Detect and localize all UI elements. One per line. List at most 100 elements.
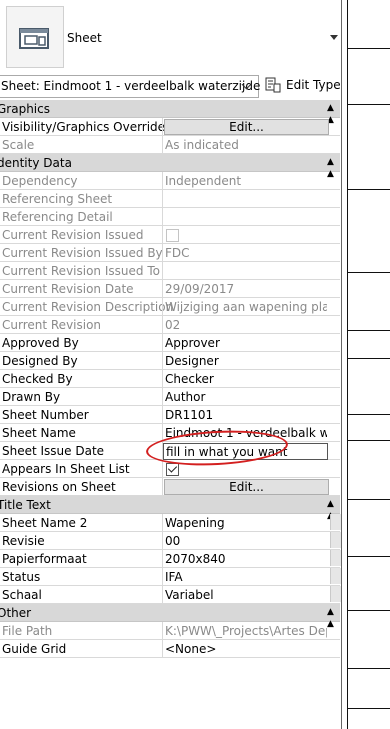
property-value: K:\PWW\_Projects\Artes Dep... [165, 624, 327, 638]
property-row[interactable]: Schaal Variabel [0, 586, 341, 604]
property-value[interactable]: Wapening [165, 516, 327, 530]
property-row[interactable]: Current Revision Issued By FDC [0, 244, 340, 262]
property-label: Current Revision Issued To [2, 264, 160, 278]
property-row[interactable]: Scale As indicated [0, 136, 340, 154]
property-label: Guide Grid [2, 642, 67, 656]
property-row[interactable]: Referencing Detail [0, 208, 340, 226]
property-row[interactable]: Revisions on Sheet Edit... [0, 478, 340, 496]
property-label: Referencing Sheet [2, 192, 113, 206]
group-label: Other [0, 606, 32, 620]
drawing-line [347, 48, 390, 49]
drawing-line [347, 272, 390, 273]
property-label: Scale [2, 138, 35, 152]
property-label: Dependency [2, 174, 78, 188]
appears-in-sheet-list-checkbox[interactable] [166, 463, 179, 476]
property-label: Revisions on Sheet [2, 480, 116, 494]
group-label: Graphics [0, 102, 50, 116]
current-revision-issued-checkbox [166, 229, 179, 242]
property-row[interactable]: Visibility/Graphics Overrides Edit... [0, 118, 340, 136]
property-value[interactable]: IFA [165, 570, 327, 584]
property-value[interactable]: <None> [165, 642, 327, 656]
group-other[interactable]: Other ▲ ▲ [0, 604, 340, 629]
property-row[interactable]: Revisie 00 [0, 532, 341, 550]
property-label: Status [2, 570, 41, 584]
properties-palette: Sheet Sheet: Eindmoot 1 - verdeelbalk wa… [0, 0, 341, 729]
property-value: FDC [165, 246, 190, 260]
property-row[interactable]: Current Revision Date 29/09/2017 [0, 280, 340, 298]
property-value[interactable]: 2070x840 [165, 552, 327, 566]
property-row[interactable]: Checked By Checker [0, 370, 340, 388]
drawing-line [347, 556, 390, 557]
checkmark-icon [167, 463, 178, 473]
drawing-line [347, 104, 390, 105]
property-value[interactable]: Designer [165, 354, 327, 368]
group-graphics[interactable]: Graphics ▲ ▲ [0, 100, 340, 125]
property-value[interactable]: Approver [165, 336, 327, 350]
property-label: Papierformaat [2, 552, 87, 566]
property-label: Current Revision Description [2, 300, 174, 314]
property-label: Current Revision [2, 318, 102, 332]
group-title-text[interactable]: Title Text▲▲ [0, 496, 340, 521]
property-row[interactable]: Current Revision Description Wijziging aa… [0, 298, 340, 316]
property-label: Revisie [2, 534, 45, 548]
scrollbar[interactable] [330, 550, 341, 566]
property-row[interactable]: Sheet Name 2 Wapening [0, 514, 341, 532]
instance-filter-dropdown[interactable]: Sheet: Eindmoot 1 - verdeelbalk waterzij… [0, 75, 261, 98]
group-label: Title Text [0, 498, 51, 512]
drawing-line [347, 499, 390, 500]
scrollbar[interactable] [330, 532, 341, 548]
property-label: Current Revision Issued By [2, 246, 163, 260]
property-row[interactable]: Guide Grid <None> [0, 640, 340, 658]
property-row[interactable]: Sheet Number DR1101 [0, 406, 340, 424]
property-row[interactable]: Designed By Designer [0, 352, 340, 370]
property-value[interactable]: DR1101 [165, 408, 327, 422]
type-selector[interactable]: Sheet [0, 0, 341, 72]
edit-type-icon [265, 77, 281, 93]
property-row[interactable]: Dependency Independent [0, 172, 340, 190]
property-value[interactable]: Variabel [165, 588, 327, 602]
property-row[interactable]: Status IFA [0, 568, 341, 586]
property-value: Independent [165, 174, 242, 188]
panel-divider [341, 0, 342, 729]
property-value[interactable]: Author [165, 390, 327, 404]
property-label: Visibility/Graphics Overrides [2, 120, 172, 134]
chevron-down-icon[interactable] [330, 35, 338, 40]
property-label: Referencing Detail [2, 210, 113, 224]
property-row[interactable]: Approved By Approver [0, 334, 340, 352]
drawing-line [347, 414, 390, 415]
property-label: Sheet Issue Date [2, 444, 105, 458]
property-label: Drawn By [2, 390, 61, 404]
scrollbar[interactable] [330, 514, 341, 530]
property-label: Current Revision Date [2, 282, 134, 296]
property-row[interactable]: Referencing Sheet [0, 190, 340, 208]
property-row[interactable]: Current Revision Issued [0, 226, 340, 244]
property-value: 29/09/2017 [165, 282, 235, 296]
property-label: Sheet Number [2, 408, 89, 422]
scrollbar[interactable] [330, 586, 341, 602]
property-row[interactable]: File Path K:\PWW\_Projects\Artes Dep... [0, 622, 340, 640]
visibility-edit-button[interactable]: Edit... [164, 119, 329, 135]
drawing-border [347, 0, 348, 729]
group-label: dentity Data [0, 156, 72, 170]
property-row[interactable]: Current Revision 02 [0, 316, 340, 334]
property-row[interactable]: Drawn By Author [0, 388, 340, 406]
property-row[interactable]: Papierformaat 2070x840 [0, 550, 341, 568]
drawing-line [347, 610, 390, 611]
drawing-line [347, 358, 390, 359]
property-label: Schaal [2, 588, 42, 602]
scrollbar[interactable] [330, 568, 341, 584]
property-row[interactable]: Current Revision Issued To [0, 262, 340, 280]
property-value[interactable]: 00 [165, 534, 327, 548]
property-value: Wijziging aan wapening plaa... [165, 300, 327, 314]
drawing-line [347, 440, 390, 441]
property-value[interactable]: Checker [165, 372, 327, 386]
revisions-edit-button[interactable]: Edit... [164, 479, 329, 495]
instance-filter-label: Sheet: Eindmoot 1 - verdeelbalk waterzij… [1, 79, 261, 93]
property-value: 02 [165, 318, 181, 332]
property-label: Approved By [2, 336, 79, 350]
property-label: Sheet Name 2 [2, 516, 88, 530]
property-label: Current Revision Issued [2, 228, 144, 242]
instance-filter-row: Sheet: Eindmoot 1 - verdeelbalk waterzij… [0, 75, 341, 99]
group-identity-data[interactable]: dentity Data ▲ ▲ [0, 154, 340, 179]
type-name: Sheet [67, 31, 102, 45]
